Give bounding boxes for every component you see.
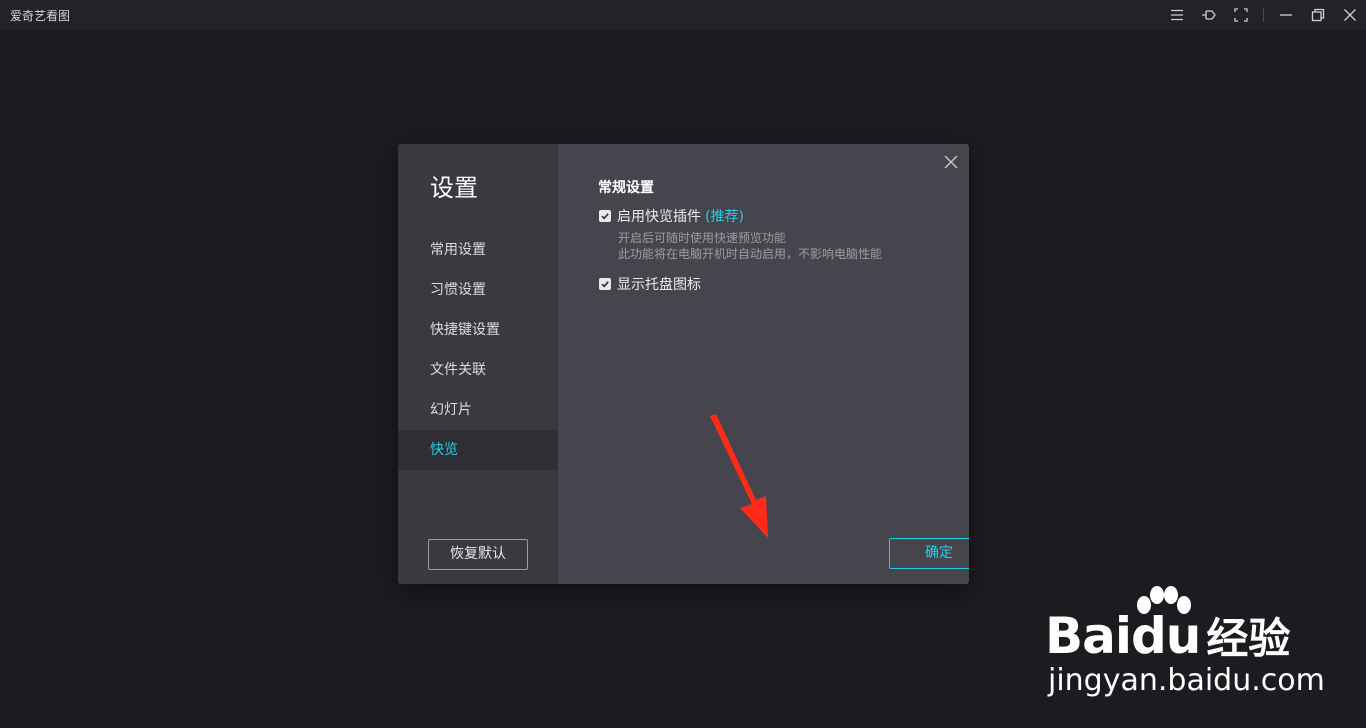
restore-defaults-button[interactable]: 恢复默认 <box>428 539 528 570</box>
pin-icon[interactable] <box>1193 0 1225 30</box>
nav-item-general[interactable]: 常用设置 <box>398 230 558 270</box>
nav-item-file-association[interactable]: 文件关联 <box>398 350 558 390</box>
section-title: 常规设置 <box>598 180 654 196</box>
restore-icon[interactable] <box>1302 0 1334 30</box>
nav-item-quick-view[interactable]: 快览 <box>398 430 558 470</box>
toolbar-divider <box>1263 8 1264 22</box>
checkbox-enable-quickview[interactable] <box>599 210 611 222</box>
annotation-arrow-icon <box>710 414 768 538</box>
fullscreen-icon[interactable] <box>1225 0 1257 30</box>
title-bar: 爱奇艺看图 <box>0 0 1366 30</box>
nav-item-slideshow[interactable]: 幻灯片 <box>398 390 558 430</box>
nav-item-habits[interactable]: 习惯设置 <box>398 270 558 310</box>
watermark-brand-row: Baidu 经验 <box>1045 605 1290 666</box>
confirm-button[interactable]: 确定 <box>889 538 969 569</box>
recommend-tag: (推荐) <box>705 209 744 225</box>
option-show-tray-icon-label: 显示托盘图标 <box>617 277 701 293</box>
checkbox-show-tray-icon[interactable] <box>599 278 611 290</box>
menu-icon[interactable] <box>1161 0 1193 30</box>
baidu-watermark: Baidu 经验 jingyan.baidu.com <box>1045 585 1325 705</box>
watermark-url: jingyan.baidu.com <box>1048 663 1325 698</box>
watermark-brand: Baidu <box>1045 606 1201 665</box>
close-icon[interactable] <box>1334 0 1366 30</box>
option-show-tray-icon[interactable]: 显示托盘图标 <box>599 274 701 294</box>
dialog-close-icon[interactable] <box>941 152 961 172</box>
nav-item-shortcuts[interactable]: 快捷键设置 <box>398 310 558 350</box>
settings-sidebar: 设置 常用设置 习惯设置 快捷键设置 文件关联 幻灯片 快览 恢复默认 <box>398 144 558 584</box>
option-enable-quickview-label: 启用快览插件 <box>617 209 701 225</box>
app-title: 爱奇艺看图 <box>10 9 71 23</box>
watermark-brand-cn: 经验 <box>1206 614 1291 663</box>
dialog-title: 设置 <box>430 174 478 202</box>
option-description-2: 此功能将在电脑开机时自动启用，不影响电脑性能 <box>618 247 883 261</box>
settings-dialog: 设置 常用设置 习惯设置 快捷键设置 文件关联 幻灯片 快览 恢复默认 常规设置… <box>398 144 969 584</box>
option-description-1: 开启后可随时使用快速预览功能 <box>618 231 787 245</box>
minimize-icon[interactable] <box>1270 0 1302 30</box>
option-enable-quickview[interactable]: 启用快览插件 (推荐) <box>599 206 744 226</box>
settings-nav: 常用设置 习惯设置 快捷键设置 文件关联 幻灯片 快览 <box>398 230 558 470</box>
window-controls <box>1161 0 1366 30</box>
